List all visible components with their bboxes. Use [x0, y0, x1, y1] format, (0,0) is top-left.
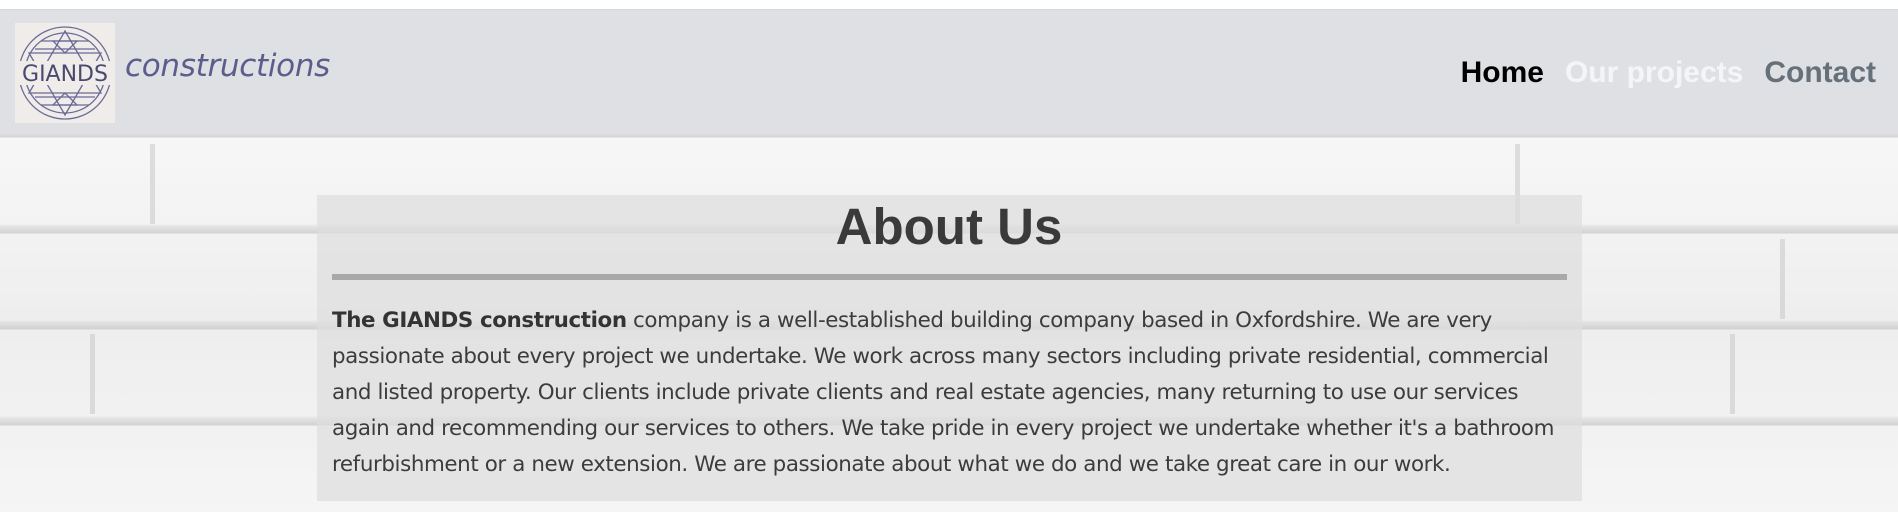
logo-text: GIANDS	[22, 62, 108, 87]
nav-home-link[interactable]: Home	[1461, 55, 1544, 91]
brick-joint	[1730, 334, 1735, 414]
heading-divider	[332, 274, 1567, 280]
brand-name[interactable]: constructions	[125, 48, 330, 84]
nav-contact-link[interactable]: Contact	[1764, 55, 1876, 91]
brick-joint	[90, 334, 95, 414]
giands-logo[interactable]: GIANDS	[15, 23, 115, 123]
about-paragraph: The GIANDS construction company is a wel…	[332, 303, 1572, 483]
nav-our-projects-link[interactable]: Our projects	[1565, 55, 1743, 91]
about-heading: About Us	[835, 198, 1063, 255]
company-name-bold: The GIANDS construction	[332, 308, 627, 333]
navbar: GIANDS constructions Home Our projects C…	[0, 10, 1898, 134]
about-text: company is a well-established building c…	[332, 308, 1555, 477]
top-border	[0, 0, 1898, 10]
main-nav: Home Our projects Contact	[1461, 55, 1876, 91]
logo-emblem-icon: GIANDS	[15, 26, 115, 120]
